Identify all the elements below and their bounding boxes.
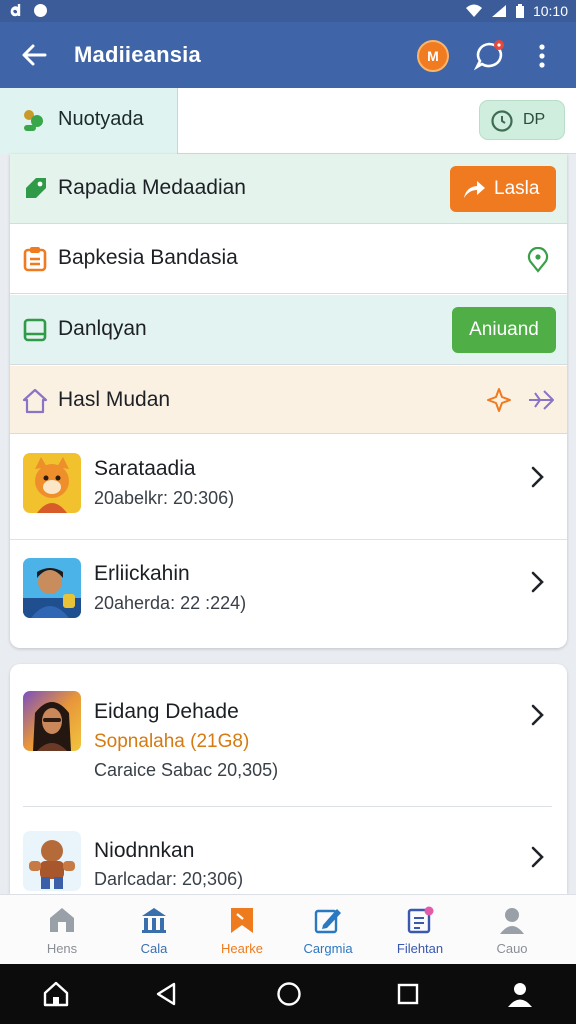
more-options-icon[interactable]	[530, 42, 554, 70]
contact-detail: Caraice Sabac 20,305)	[94, 760, 279, 780]
aniuand-button[interactable]: Aniuand	[452, 307, 556, 353]
chevron-right-icon	[531, 846, 544, 868]
row-label: Danlqyan	[58, 317, 147, 340]
home-outline-icon[interactable]	[42, 980, 70, 1008]
bookmark-icon	[231, 908, 253, 933]
notification-dot-icon	[34, 3, 47, 17]
app-bar: Madiieansia M	[0, 22, 576, 88]
profile-avatar[interactable]: M	[417, 40, 449, 72]
people-icon	[24, 110, 43, 131]
home-circle-icon[interactable]	[275, 980, 303, 1008]
back-triangle-icon[interactable]	[152, 980, 180, 1008]
battery-icon	[515, 3, 524, 18]
file-icon	[407, 906, 434, 934]
tab-strip: Nuotyada DP	[0, 88, 576, 154]
chevron-right-icon	[531, 704, 544, 726]
avatar	[23, 691, 81, 751]
list-item[interactable]: Erliickahin 20aherda: 22 :224)	[10, 539, 567, 645]
main-card: Rapadia Medaadian Lasla Bapkesia Bandasi…	[10, 154, 567, 648]
nav-item-cargmia[interactable]: Cargmia	[280, 895, 376, 965]
contact-name: Erliickahin	[94, 562, 190, 585]
list-item[interactable]: Eidang Dehade Sopnalaha (21G8) Caraice S…	[10, 664, 567, 807]
row-label: Rapadia Medaadian	[58, 176, 246, 199]
clipboard-icon	[23, 247, 47, 272]
tab-label: Nuotyada	[58, 108, 144, 130]
contact-name: Sarataadia	[94, 457, 196, 480]
list-item[interactable]: Niodnnkan Darlcadar: 20;306)	[10, 807, 567, 894]
row-label: Hasl Mudan	[58, 388, 171, 411]
status-time: 10:10	[532, 3, 568, 19]
location-pin-icon[interactable]	[526, 247, 550, 273]
list-row-rapadia[interactable]: Rapadia Medaadian Lasla	[10, 154, 567, 224]
nav-item-cauo[interactable]: Cauo	[464, 895, 560, 965]
contact-highlight: Sopnalaha (21G8)	[94, 731, 250, 752]
pill-label: DP	[523, 111, 546, 128]
send-arrow-icon[interactable]	[527, 387, 555, 413]
home-icon	[50, 908, 74, 932]
account-icon[interactable]	[506, 980, 534, 1008]
dp-toggle-button[interactable]: DP	[479, 100, 565, 140]
nav-item-hens[interactable]: Hens	[14, 895, 110, 965]
avatar	[23, 453, 81, 513]
sparkle-icon[interactable]	[486, 387, 512, 413]
nav-item-cala[interactable]: Cala	[106, 895, 202, 965]
chevron-right-icon	[531, 466, 544, 488]
page-title: Madiieansia	[74, 42, 201, 67]
row-label: Bapkesia Bandasia	[58, 246, 238, 269]
home-outline-icon	[22, 388, 48, 414]
chevron-right-icon	[531, 571, 544, 593]
edit-document-icon	[314, 909, 341, 934]
nav-item-filehtan[interactable]: Filehtan	[372, 895, 468, 965]
contact-detail: 20aherda: 22 :224)	[94, 593, 247, 613]
tab-nuotyada[interactable]: Nuotyada	[0, 88, 178, 154]
contact-name: Eidang Dehade	[94, 700, 239, 723]
leaf-tag-icon	[26, 178, 46, 198]
avatar	[23, 558, 81, 618]
bank-icon	[142, 908, 166, 933]
recents-square-icon[interactable]	[394, 980, 422, 1008]
back-arrow-icon[interactable]	[18, 39, 50, 71]
avatar	[23, 831, 81, 891]
contact-name: Niodnnkan	[94, 839, 195, 862]
list-row-danlqyan[interactable]: Danlqyan Aniuand	[10, 295, 567, 365]
app-notification-icon	[10, 4, 21, 17]
share-arrow-icon	[464, 181, 485, 198]
list-row-hasl-mudan[interactable]: Hasl Mudan	[10, 366, 567, 434]
status-bar: 10:10	[0, 0, 576, 22]
clock-icon	[491, 110, 513, 132]
profile-icon	[500, 908, 524, 934]
signal-icon	[491, 5, 506, 17]
nav-item-hearke[interactable]: Hearke	[194, 895, 290, 965]
contact-detail: Darlcadar: 20;306)	[94, 869, 244, 889]
lasla-button[interactable]: Lasla	[450, 166, 556, 212]
book-icon	[23, 318, 47, 342]
list-row-bapkesia[interactable]: Bapkesia Bandasia	[10, 224, 567, 294]
system-navigation-bar	[0, 964, 576, 1024]
chat-notification-icon[interactable]	[472, 39, 506, 73]
bottom-navigation: Hens Cala Hearke Cargmia Filehtan Cauo	[0, 894, 576, 964]
contact-detail: 20abelkr: 20:306)	[94, 488, 235, 508]
contacts-card: Eidang Dehade Sopnalaha (21G8) Caraice S…	[10, 664, 567, 894]
wifi-icon	[465, 4, 482, 17]
list-item[interactable]: Sarataadia 20abelkr: 20:306)	[10, 434, 567, 540]
